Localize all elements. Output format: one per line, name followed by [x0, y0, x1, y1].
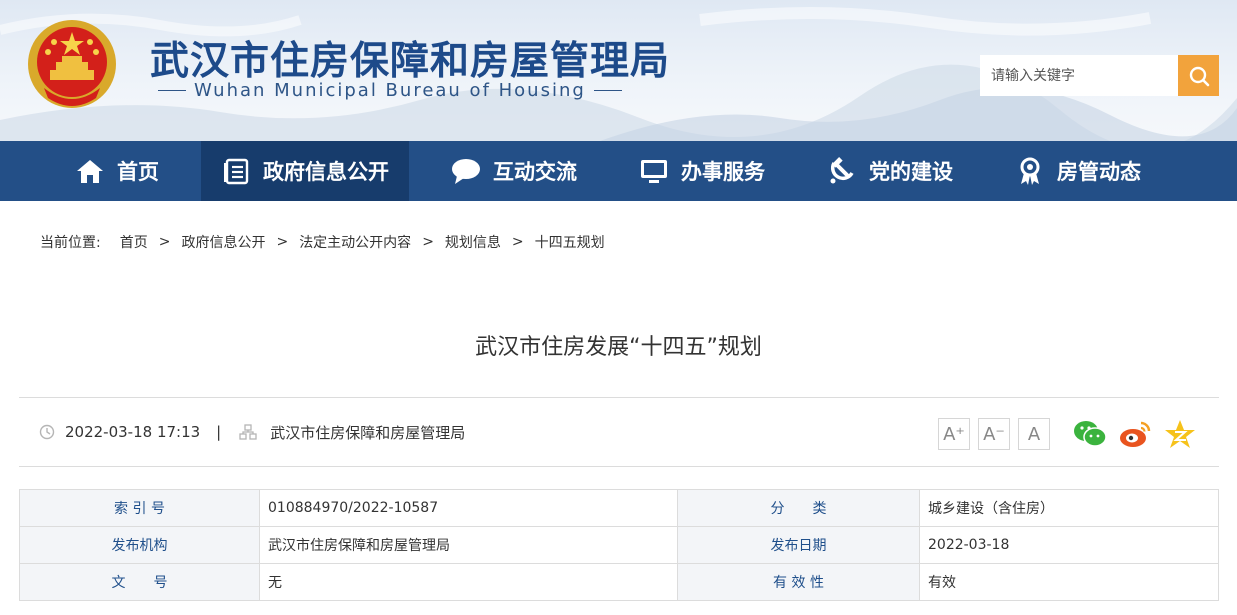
- nav-item-label: 互动交流: [493, 160, 577, 184]
- breadcrumb-separator: >: [276, 234, 289, 250]
- subtitle-right-line: [593, 90, 622, 91]
- index-number-value: 010884970/2022-10587: [259, 489, 678, 527]
- publish-source-text: 武汉市住房保障和房屋管理局: [270, 423, 466, 442]
- publish-source: 武汉市住房保障和房屋管理局: [239, 422, 465, 443]
- hammer-sickle-icon: [827, 156, 857, 186]
- main-nav: 首页 政府信息公开 互动交流 办事服务 党的建设 房管动态: [0, 141, 1237, 201]
- index-number-label: 索 引 号: [19, 489, 260, 527]
- search-box: [980, 55, 1219, 96]
- document-list-icon: [221, 156, 251, 186]
- breadcrumb: 当前位置: 首页 > 政府信息公开 > 法定主动公开内容 > 规划信息 > 十四…: [40, 232, 605, 252]
- info-table: 索 引 号 010884970/2022-10587 分 类 城乡建设（含住房）…: [19, 489, 1219, 601]
- breadcrumb-item-planning[interactable]: 规划信息: [445, 232, 501, 252]
- nav-item-label: 房管动态: [1057, 160, 1141, 184]
- breadcrumb-item-gov-info[interactable]: 政府信息公开: [181, 232, 265, 252]
- article-title: 武汉市住房发展“十四五”规划: [475, 335, 762, 360]
- publish-date-value: 2022-03-18: [919, 526, 1219, 564]
- publish-date-label: 发布日期: [677, 526, 920, 564]
- category-label: 分 类: [677, 489, 920, 527]
- publisher-value: 武汉市住房保障和房屋管理局: [259, 526, 678, 564]
- breadcrumb-item-home[interactable]: 首页: [120, 232, 148, 252]
- chat-bubble-icon: [451, 156, 481, 186]
- document-number-value: 无: [259, 563, 678, 601]
- validity-label: 有 效 性: [677, 563, 920, 601]
- nav-item-services[interactable]: 办事服务: [619, 141, 785, 201]
- breadcrumb-separator: >: [511, 234, 524, 250]
- article-meta-bar: 2022-03-18 17:13 | 武汉市住房保障和房屋管理局 A⁺ A⁻ A: [19, 397, 1219, 467]
- search-button[interactable]: [1178, 55, 1219, 96]
- publish-datetime: 2022-03-18 17:13: [39, 423, 200, 441]
- qzone-star-icon[interactable]: [1163, 417, 1197, 451]
- clock-icon: [39, 424, 55, 440]
- national-emblem-icon: [26, 18, 118, 110]
- site-subtitle-text: Wuhan Municipal Bureau of Housing: [194, 80, 586, 101]
- table-row: 索 引 号 010884970/2022-10587 分 类 城乡建设（含住房）: [19, 489, 1219, 527]
- document-number-label: 文 号: [19, 563, 260, 601]
- site-header: 武汉市住房保障和房屋管理局 Wuhan Municipal Bureau of …: [0, 0, 1237, 141]
- publisher-label: 发布机构: [19, 526, 260, 564]
- search-icon: [1189, 66, 1209, 86]
- nav-item-home[interactable]: 首页: [55, 141, 179, 201]
- meta-divider: |: [216, 423, 222, 441]
- nav-item-party[interactable]: 党的建设: [807, 141, 973, 201]
- font-size-controls: A⁺ A⁻ A: [938, 418, 1058, 450]
- breadcrumb-separator: >: [422, 234, 434, 250]
- nav-item-label: 办事服务: [681, 160, 765, 184]
- breadcrumb-item-statutory[interactable]: 法定主动公开内容: [299, 232, 411, 252]
- nav-item-label: 政府信息公开: [263, 160, 389, 184]
- monitor-icon: [639, 156, 669, 186]
- font-reset-button[interactable]: A: [1018, 418, 1050, 450]
- breadcrumb-separator: >: [158, 234, 171, 250]
- font-increase-button[interactable]: A⁺: [938, 418, 970, 450]
- publish-datetime-text: 2022-03-18 17:13: [65, 423, 201, 441]
- font-decrease-button[interactable]: A⁻: [978, 418, 1010, 450]
- validity-value: 有效: [919, 563, 1219, 601]
- org-chart-icon: [239, 424, 257, 440]
- search-input[interactable]: [980, 55, 1178, 96]
- award-medal-icon: [1015, 156, 1045, 186]
- share-bar: [1073, 417, 1208, 451]
- breadcrumb-item-current[interactable]: 十四五规划: [535, 232, 605, 252]
- category-value: 城乡建设（含住房）: [919, 489, 1219, 527]
- site-subtitle: Wuhan Municipal Bureau of Housing: [150, 80, 658, 101]
- weibo-icon[interactable]: [1118, 417, 1152, 451]
- wechat-icon[interactable]: [1073, 417, 1107, 451]
- table-row: 发布机构 武汉市住房保障和房屋管理局 发布日期 2022-03-18: [19, 526, 1219, 564]
- nav-item-housing-news[interactable]: 房管动态: [995, 141, 1161, 201]
- breadcrumb-label: 当前位置:: [40, 235, 101, 251]
- nav-item-label: 首页: [117, 160, 159, 184]
- subtitle-left-line: [158, 90, 186, 91]
- home-icon: [75, 156, 105, 186]
- nav-item-label: 党的建设: [869, 160, 953, 184]
- nav-item-interaction[interactable]: 互动交流: [431, 141, 597, 201]
- site-title: 武汉市住房保障和房屋管理局: [150, 38, 671, 84]
- table-row: 文 号 无 有 效 性 有效: [19, 563, 1219, 601]
- nav-item-gov-info[interactable]: 政府信息公开: [201, 141, 409, 201]
